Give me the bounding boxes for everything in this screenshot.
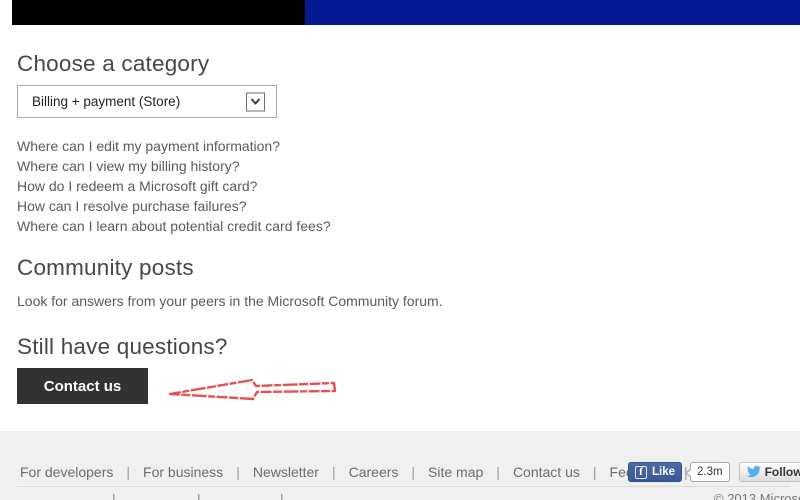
footer-link-for-business[interactable]: For business xyxy=(143,464,223,480)
footer-link-site-map[interactable]: Site map xyxy=(428,464,483,480)
footer-separator: | xyxy=(411,464,416,480)
footer-link-careers[interactable]: Careers xyxy=(349,464,399,480)
twitter-follow-label: Follow xyxy=(764,465,800,479)
chevron-down-icon xyxy=(250,98,261,105)
footer-divider xyxy=(17,486,790,487)
facebook-logo-icon: f xyxy=(635,465,647,479)
dropdown-arrow-button[interactable] xyxy=(246,92,265,111)
footer-separator: | xyxy=(496,464,500,480)
faq-link-credit-card-fees[interactable]: Where can I learn about potential credit… xyxy=(17,216,331,236)
facebook-like-label: Like xyxy=(652,466,676,478)
faq-link-gift-card[interactable]: How do I redeem a Microsoft gift card? xyxy=(17,176,331,196)
footer-separator: | xyxy=(592,464,597,480)
faq-link-list: Where can I edit my payment information?… xyxy=(17,136,331,236)
footer: For developers | For business | Newslett… xyxy=(0,431,800,500)
support-page: Choose a category Billing + payment (Sto… xyxy=(0,0,800,500)
twitter-follow-button[interactable]: Follow xyxy=(738,462,800,482)
category-dropdown-value: Billing + payment (Store) xyxy=(32,94,181,109)
footer-separator: | xyxy=(197,491,201,500)
community-heading: Community posts xyxy=(17,255,194,280)
facebook-like-button[interactable]: f Like xyxy=(628,462,683,482)
top-nav-black-bar xyxy=(12,0,305,25)
footer-separator: | xyxy=(112,491,116,500)
footer-link-newsletter[interactable]: Newsletter xyxy=(253,464,319,480)
social-buttons: f Like 2.3m Follow 1.0M xyxy=(628,462,800,482)
footer-separator: | xyxy=(126,464,131,480)
footer-separator: | xyxy=(331,464,336,480)
facebook-like-count[interactable]: 2.3m xyxy=(685,462,730,482)
faq-link-edit-payment[interactable]: Where can I edit my payment information? xyxy=(17,136,331,156)
footer-separator: | xyxy=(236,464,240,480)
top-nav-blue-bar xyxy=(305,0,800,25)
questions-heading: Still have questions? xyxy=(17,334,228,359)
contact-us-button[interactable]: Contact us xyxy=(17,368,148,404)
category-heading: Choose a category xyxy=(17,51,210,76)
footer-link-for-developers[interactable]: For developers xyxy=(20,464,113,480)
category-dropdown[interactable]: Billing + payment (Store) xyxy=(17,85,277,118)
faq-link-billing-history[interactable]: Where can I view my billing history? xyxy=(17,156,331,176)
footer-separator: | xyxy=(280,491,284,500)
faq-link-purchase-failures[interactable]: How can I resolve purchase failures? xyxy=(17,196,331,216)
hand-drawn-arrow-icon xyxy=(168,378,337,401)
twitter-bird-icon xyxy=(746,466,761,478)
footer-link-contact-us[interactable]: Contact us xyxy=(513,464,580,480)
community-description: Look for answers from your peers in the … xyxy=(17,293,443,309)
footer-link-row: For developers | For business | Newslett… xyxy=(20,462,701,482)
copyright-text: © 2013 Microsoft xyxy=(714,491,800,500)
